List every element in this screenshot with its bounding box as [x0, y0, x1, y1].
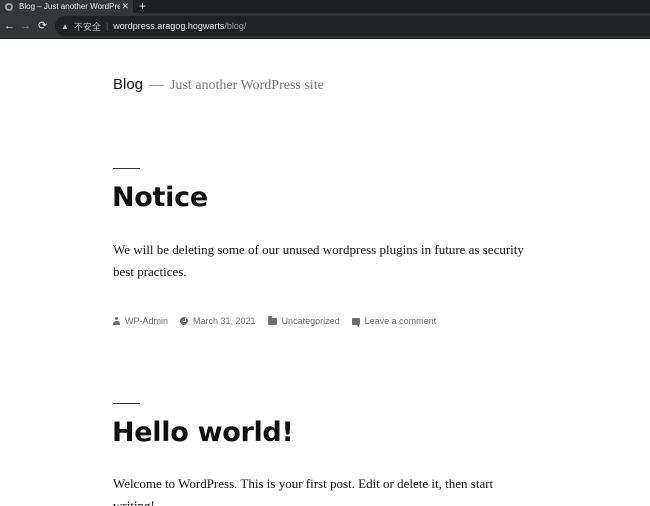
post-date[interactable]: March 31, 2021: [180, 316, 256, 326]
comment-icon: [351, 317, 360, 327]
reload-button[interactable]: ⟳: [38, 13, 47, 39]
comment-link[interactable]: Leave a comment: [365, 316, 437, 326]
tab-title: Blog – Just another WordPress site: [19, 2, 120, 11]
site-title-separator: —: [149, 77, 165, 93]
post-divider: [113, 168, 140, 169]
folder-icon: [267, 315, 277, 325]
browser-tab[interactable]: Blog – Just another WordPress site ✕: [0, 0, 133, 13]
user-icon: [113, 317, 120, 325]
back-button[interactable]: ←: [4, 13, 15, 39]
warning-icon[interactable]: ▲: [61, 22, 69, 31]
address-bar[interactable]: ▲ 不安全 | wordpress.aragog.hogwarts /blog/: [55, 16, 650, 36]
close-tab-icon[interactable]: ✕: [121, 0, 129, 13]
url-path: /blog/: [224, 21, 247, 31]
post-author[interactable]: WP-Admin: [113, 316, 168, 326]
site-title[interactable]: Blog: [113, 76, 143, 93]
new-tab-button[interactable]: +: [139, 0, 146, 13]
post-divider: [113, 403, 140, 404]
post-comments[interactable]: Leave a comment: [351, 316, 437, 327]
browser-tab-bar: Blog – Just another WordPress site ✕ +: [0, 0, 650, 13]
post-excerpt: We will be deleting some of our unused w…: [113, 242, 524, 279]
security-label[interactable]: 不安全: [74, 20, 101, 33]
site-header: Blog — Just another WordPress site: [113, 76, 324, 94]
post-title[interactable]: Hello world!: [112, 417, 294, 448]
category-link[interactable]: Uncategorized: [282, 316, 340, 326]
author-link[interactable]: WP-Admin: [125, 316, 168, 326]
post-excerpt: Welcome to WordPress. This is your first…: [113, 476, 494, 506]
post-category[interactable]: Uncategorized: [267, 315, 340, 326]
address-separator: |: [105, 21, 109, 31]
forward-button[interactable]: →: [20, 13, 31, 39]
globe-icon: [5, 2, 13, 11]
clock-icon: [180, 317, 189, 325]
site-description: Just another WordPress site: [170, 78, 324, 93]
post-meta: WP-Admin March 31, 2021 Uncategorized Le…: [113, 315, 448, 327]
page-content: Blog — Just another WordPress site Notic…: [0, 40, 650, 506]
post-title[interactable]: Notice: [112, 182, 208, 213]
date-link[interactable]: March 31, 2021: [193, 316, 256, 326]
browser-toolbar: ← → ⟳ ▲ 不安全 | wordpress.aragog.hogwarts …: [0, 13, 650, 39]
url-host: wordpress.aragog.hogwarts: [113, 21, 225, 31]
